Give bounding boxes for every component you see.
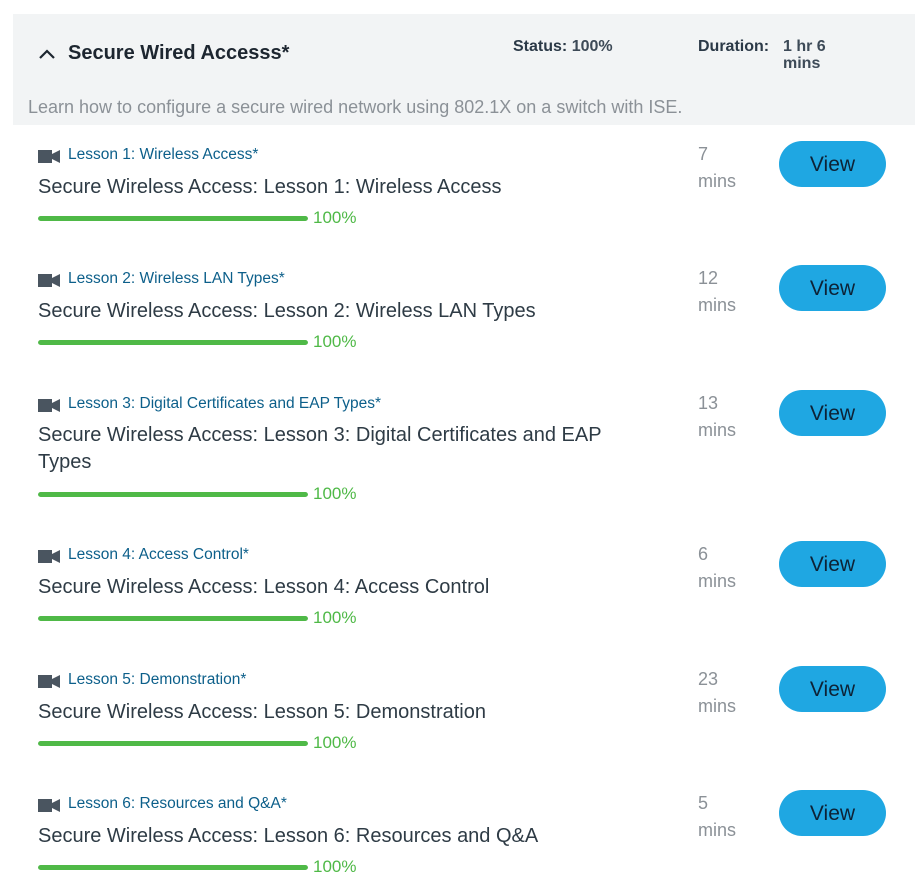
progress-percent: 100% — [313, 733, 357, 752]
view-button[interactable]: View — [779, 265, 886, 311]
progress-percent: 100% — [313, 332, 357, 351]
lesson-duration: 13 mins — [698, 390, 758, 444]
duration-value: 1 hr 6 mins — [783, 38, 826, 72]
status-value: 100% — [571, 38, 613, 55]
lesson-title: Secure Wireless Access: Lesson 3: Digita… — [38, 424, 602, 473]
progress-fill — [38, 865, 308, 870]
lesson-title: Secure Wireless Access: Lesson 4: Access… — [38, 576, 490, 598]
video-camera-icon — [38, 399, 60, 412]
module-title: Secure Wired Accesss* — [68, 42, 290, 64]
progress-bar — [38, 492, 308, 497]
view-button[interactable]: View — [779, 666, 886, 712]
duration-number: 23 — [698, 669, 719, 689]
progress-percent: 100% — [313, 608, 357, 627]
progress-fill — [38, 616, 308, 621]
progress-fill — [38, 340, 308, 345]
lesson-link[interactable]: Lesson 1: Wireless Access* — [68, 146, 258, 164]
lesson-link[interactable]: Lesson 6: Resources and Q&A* — [68, 795, 287, 813]
lesson-title: Secure Wireless Access: Lesson 1: Wirele… — [38, 176, 502, 198]
lesson-duration: 7 mins — [698, 141, 758, 195]
lesson-title: Secure Wireless Access: Lesson 6: Resour… — [38, 825, 539, 847]
module-status: Status: 100% — [513, 38, 613, 56]
module-description: Learn how to configure a secure wired ne… — [28, 97, 683, 117]
progress-fill — [38, 216, 308, 221]
video-camera-icon — [38, 550, 60, 563]
duration-unit: mins — [698, 171, 737, 191]
progress-bar — [38, 616, 308, 621]
progress-fill — [38, 741, 308, 746]
progress-percent: 100% — [313, 857, 357, 876]
video-camera-icon — [38, 675, 60, 688]
lesson-link[interactable]: Lesson 3: Digital Certificates and EAP T… — [68, 395, 381, 413]
duration-number: 6 — [698, 544, 709, 564]
progress-bar — [38, 741, 308, 746]
video-camera-icon — [38, 274, 60, 287]
view-button[interactable]: View — [779, 390, 886, 436]
progress-bar — [38, 340, 308, 345]
duration-unit: mins — [698, 820, 737, 840]
duration-unit: mins — [698, 696, 737, 716]
chevron-up-icon[interactable] — [37, 44, 57, 64]
duration-number: 7 — [698, 144, 709, 164]
progress-percent: 100% — [313, 484, 357, 503]
lesson-duration: 12 mins — [698, 265, 758, 319]
view-button[interactable]: View — [779, 790, 886, 836]
video-camera-icon — [38, 799, 60, 812]
progress-bar — [38, 865, 308, 870]
module-header[interactable]: Secure Wired Accesss* Status: 100% Durat… — [13, 14, 915, 125]
lesson-title: Secure Wireless Access: Lesson 5: Demons… — [38, 701, 486, 723]
duration-unit: mins — [698, 571, 737, 591]
video-camera-icon — [38, 150, 60, 163]
duration-label: Duration: — [698, 38, 770, 55]
progress-percent: 100% — [313, 208, 357, 227]
progress-fill — [38, 492, 308, 497]
duration-number: 5 — [698, 793, 709, 813]
lesson-link[interactable]: Lesson 5: Demonstration* — [68, 671, 246, 689]
progress-bar — [38, 216, 308, 221]
lesson-duration: 5 mins — [698, 790, 758, 844]
view-button[interactable]: View — [779, 541, 886, 587]
lesson-title: Secure Wireless Access: Lesson 2: Wirele… — [38, 300, 536, 322]
view-button[interactable]: View — [779, 141, 886, 187]
lesson-link[interactable]: Lesson 2: Wireless LAN Types* — [68, 270, 285, 288]
duration-unit: mins — [698, 420, 737, 440]
lesson-link[interactable]: Lesson 4: Access Control* — [68, 546, 249, 564]
duration-number: 12 — [698, 268, 719, 288]
lesson-duration: 23 mins — [698, 666, 758, 720]
status-label: Status: — [513, 38, 568, 55]
lesson-duration: 6 mins — [698, 541, 758, 595]
duration-number: 13 — [698, 393, 719, 413]
duration-unit: mins — [698, 295, 737, 315]
